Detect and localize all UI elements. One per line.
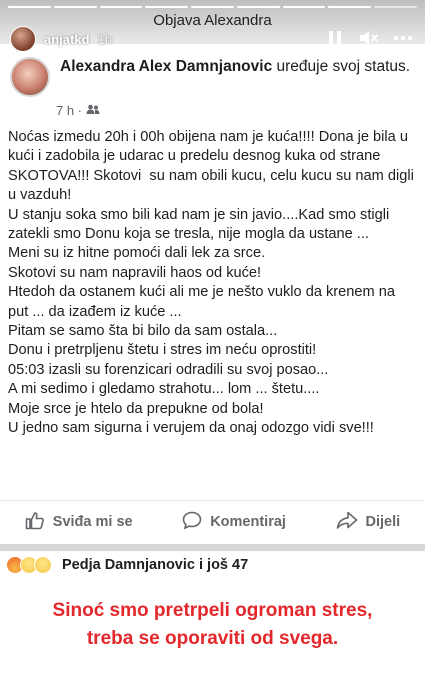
post-author-row: Alexandra Alex Damnjanovic uređuje svoj … bbox=[10, 57, 415, 97]
comment-button[interactable]: Komentiraj bbox=[182, 511, 286, 534]
post-actions: Sviđa mi se Komentiraj Dijeli bbox=[0, 504, 425, 540]
like-label: Sviđa mi se bbox=[52, 514, 133, 530]
caption-line-1: Sinoć smo pretrpeli ogroman stres, bbox=[52, 600, 373, 621]
pause-icon[interactable] bbox=[325, 28, 345, 48]
story-frame: Objava Alexandra anjatkd 1h Alexandra Al… bbox=[0, 0, 425, 698]
post-time[interactable]: 7 h · bbox=[56, 103, 82, 118]
story-progress-segment bbox=[191, 6, 234, 8]
story-controls bbox=[325, 28, 413, 48]
author-avatar[interactable] bbox=[10, 57, 50, 97]
wow-reaction-icon bbox=[34, 556, 52, 574]
story-progress-bar bbox=[8, 6, 418, 8]
like-button[interactable]: Sviđa mi se bbox=[25, 511, 133, 534]
story-progress-segment bbox=[236, 6, 280, 8]
like-icon bbox=[25, 511, 45, 534]
story-user[interactable]: anjatkd 1h bbox=[10, 26, 112, 52]
story-caption: Sinoć smo pretrpeli ogroman stres, treba… bbox=[0, 597, 425, 653]
author-action: uređuje svoj status. bbox=[272, 58, 411, 75]
comment-icon bbox=[182, 511, 202, 534]
share-button[interactable]: Dijeli bbox=[336, 511, 401, 533]
divider bbox=[0, 500, 425, 501]
comment-label: Komentiraj bbox=[210, 514, 286, 530]
share-icon bbox=[336, 511, 358, 533]
friends-icon bbox=[86, 103, 100, 118]
story-time: 1h bbox=[97, 31, 112, 47]
share-label: Dijeli bbox=[365, 514, 401, 530]
caption-line-2: treba se oporaviti od svega. bbox=[86, 628, 339, 649]
reaction-icons bbox=[6, 556, 56, 574]
story-progress-segment bbox=[8, 6, 51, 8]
story-username[interactable]: anjatkd bbox=[44, 32, 90, 47]
more-icon[interactable] bbox=[393, 28, 413, 48]
reactions-summary[interactable]: Pedja Damnjanovic i još 47 bbox=[6, 556, 248, 574]
reactions-text: Pedja Damnjanovic i još 47 bbox=[62, 557, 249, 573]
story-progress-segment bbox=[328, 6, 372, 8]
mute-icon[interactable] bbox=[359, 28, 379, 48]
story-progress-segment bbox=[282, 6, 326, 8]
story-progress-segment bbox=[53, 6, 97, 8]
story-progress-segment bbox=[99, 6, 143, 8]
story-avatar[interactable] bbox=[10, 26, 36, 52]
author-line: Alexandra Alex Damnjanovic uređuje svoj … bbox=[60, 57, 410, 77]
post-body: Noćas izmedu 20h i 00h obijena nam je ku… bbox=[8, 129, 414, 437]
story-progress-segment bbox=[145, 6, 189, 8]
author-name[interactable]: Alexandra Alex Damnjanovic bbox=[60, 58, 272, 75]
story-progress-segment bbox=[374, 6, 418, 8]
post-meta: 7 h · bbox=[56, 103, 100, 118]
section-separator bbox=[0, 544, 425, 551]
